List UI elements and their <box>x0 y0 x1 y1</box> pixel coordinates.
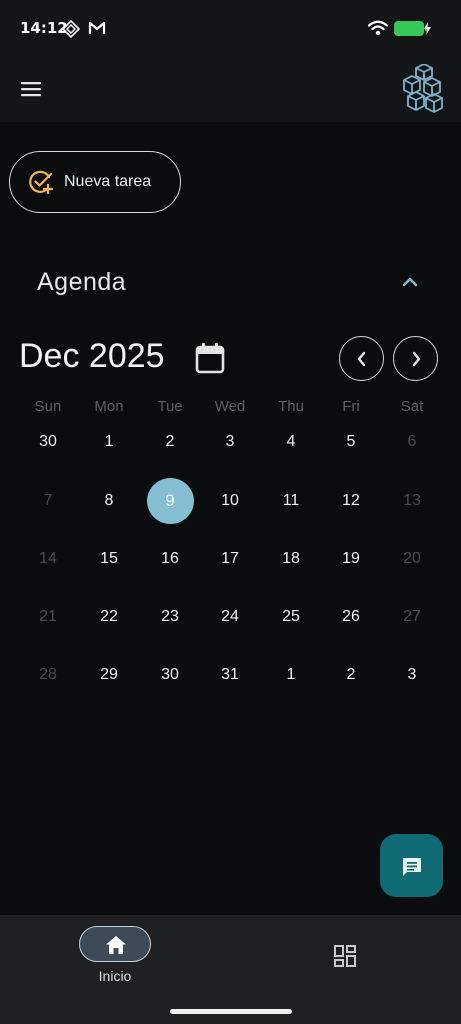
calendar-day[interactable]: 18 <box>261 536 321 582</box>
calendar-day[interactable]: 3 <box>200 419 260 465</box>
cubes-logo-icon[interactable] <box>398 64 446 114</box>
prev-month-button[interactable] <box>339 336 384 381</box>
calendar-day[interactable]: 7 <box>18 478 78 524</box>
calendar-day[interactable]: 22 <box>79 594 139 640</box>
app-bar <box>0 56 461 122</box>
nav-home-label: Inicio <box>98 968 132 984</box>
chat-button[interactable] <box>380 834 443 897</box>
weekday-fri: Fri <box>342 398 360 415</box>
calendar-day[interactable]: 4 <box>261 419 321 465</box>
calendar-day[interactable]: 10 <box>200 478 260 524</box>
calendar-day[interactable]: 31 <box>200 652 260 698</box>
calendar-day[interactable]: 5 <box>321 419 381 465</box>
calendar-day[interactable]: 1 <box>79 419 139 465</box>
weekday-thu: Thu <box>278 398 304 415</box>
calendar-day[interactable]: 29 <box>79 652 139 698</box>
calendar-day[interactable]: 26 <box>321 594 381 640</box>
hamburger-menu-icon[interactable] <box>18 78 46 100</box>
calendar-day[interactable]: 11 <box>261 478 321 524</box>
new-task-label: Nueva tarea <box>64 173 152 190</box>
dashboard-icon[interactable] <box>334 945 356 967</box>
home-indicator <box>170 1009 292 1014</box>
home-icon <box>106 936 126 954</box>
calendar-day[interactable]: 19 <box>321 536 381 582</box>
calendar-day[interactable]: 21 <box>18 594 78 640</box>
calendar-day[interactable]: 20 <box>382 536 442 582</box>
calendar-day[interactable]: 1 <box>261 652 321 698</box>
calendar-day[interactable]: 2 <box>321 652 381 698</box>
calendar-day[interactable]: 28 <box>18 652 78 698</box>
status-time: 14:12 <box>20 19 68 37</box>
chevron-right-icon <box>412 351 421 367</box>
calendar-day[interactable]: 17 <box>200 536 260 582</box>
calendar-day[interactable]: 14 <box>18 536 78 582</box>
calendar-day-selected[interactable]: 9 <box>140 478 200 524</box>
agenda-title: Agenda <box>37 268 127 296</box>
calendar-icon[interactable] <box>195 342 225 374</box>
new-task-button[interactable]: Nueva tarea <box>9 151 181 213</box>
weekday-mon: Mon <box>94 398 124 415</box>
calendar-day[interactable]: 6 <box>382 419 442 465</box>
calendar-day[interactable]: 15 <box>79 536 139 582</box>
calendar-day[interactable]: 16 <box>140 536 200 582</box>
calendar-day[interactable]: 25 <box>261 594 321 640</box>
wifi-icon <box>368 20 388 36</box>
weekday-tue: Tue <box>157 398 183 415</box>
calendar-day[interactable]: 24 <box>200 594 260 640</box>
app-notification-icon <box>62 20 80 38</box>
calendar-day[interactable]: 27 <box>382 594 442 640</box>
calendar-day[interactable]: 13 <box>382 478 442 524</box>
check-plus-icon <box>29 170 54 195</box>
mail-notification-icon <box>88 21 106 34</box>
nav-home-button[interactable] <box>79 926 151 962</box>
calendar-day[interactable]: 12 <box>321 478 381 524</box>
weekday-wed: Wed <box>214 398 246 415</box>
next-month-button[interactable] <box>393 336 438 381</box>
calendar-day[interactable]: 3 <box>382 652 442 698</box>
battery-charging-icon <box>394 21 431 36</box>
weekday-sat: Sat <box>400 398 424 415</box>
weekday-sun: Sun <box>34 398 62 415</box>
bottom-nav: Inicio <box>0 915 461 1024</box>
chat-icon <box>403 858 421 876</box>
status-bar: 14:12 <box>0 0 461 56</box>
chevron-left-icon <box>357 351 366 367</box>
calendar-day[interactable]: 30 <box>140 652 200 698</box>
calendar-day[interactable]: 2 <box>140 419 200 465</box>
calendar-day[interactable]: 23 <box>140 594 200 640</box>
chevron-up-icon[interactable] <box>399 274 421 290</box>
selected-day-label: 9 <box>146 478 194 524</box>
calendar-day[interactable]: 8 <box>79 478 139 524</box>
calendar-day[interactable]: 30 <box>18 419 78 465</box>
month-label: Dec 2025 <box>19 337 165 375</box>
